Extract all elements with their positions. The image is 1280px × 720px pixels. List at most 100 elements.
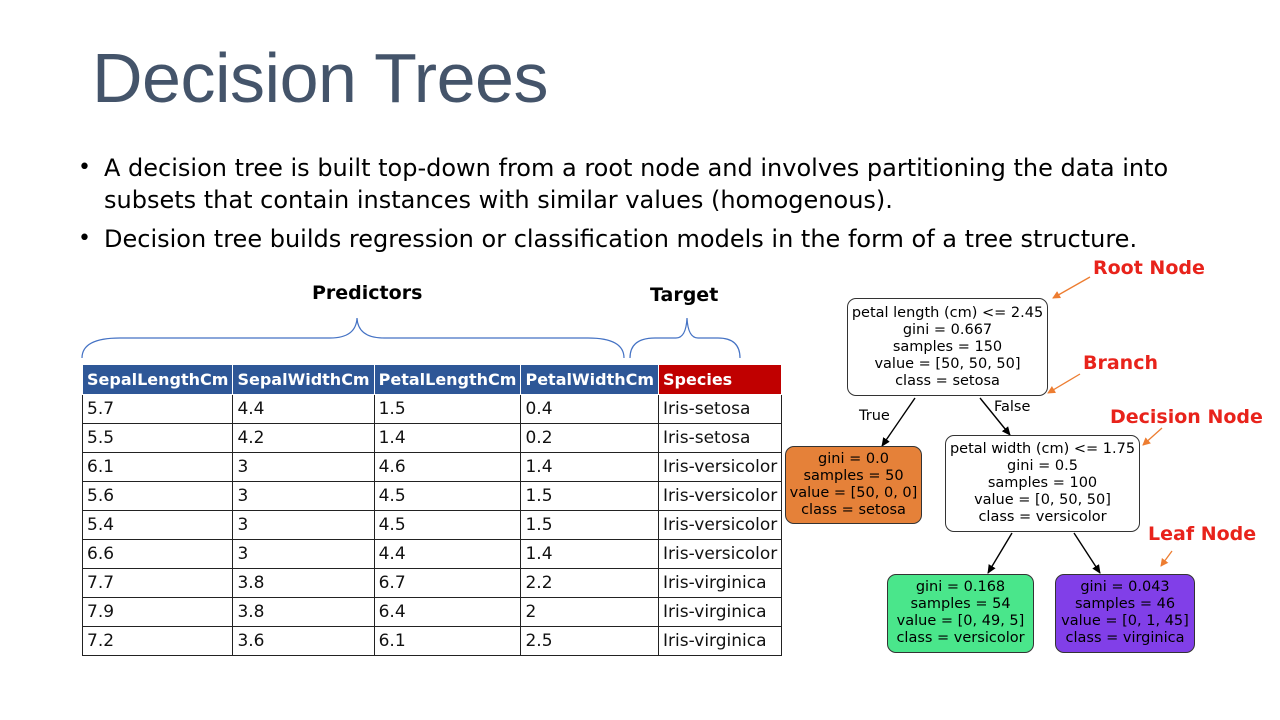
table-cell: 5.5 <box>81 423 234 453</box>
column-header: SepalLengthCm <box>81 364 234 395</box>
node-text-line: petal length (cm) <= 2.45 <box>851 305 1044 321</box>
species-cell: Iris-virginica <box>658 568 783 598</box>
table-cell: 2.5 <box>520 626 660 656</box>
annotation-leaf-node: Leaf Node <box>1148 523 1257 545</box>
decision-node: petal width (cm) <= 1.75 gini = 0.5 sample… <box>945 435 1140 532</box>
table-cell: 6.1 <box>81 452 234 482</box>
arrow-branch <box>1047 373 1081 394</box>
predictors-label: Predictors <box>312 282 423 304</box>
table-cell: 2 <box>520 597 660 627</box>
table-cell: 6.1 <box>373 626 522 656</box>
table-row: 5.7 4.4 1.5 0.4 Iris-setosa <box>81 394 783 424</box>
node-text-line: value = [50, 50, 50] <box>874 356 1021 372</box>
iris-data-table: SepalLengthCm SepalWidthCm PetalLengthCm… <box>81 364 783 656</box>
node-text-line: value = [0, 50, 50] <box>974 492 1111 508</box>
table-cell: 5.7 <box>81 394 234 424</box>
table-cell: 7.7 <box>81 568 234 598</box>
edge-label-true: True <box>859 408 890 424</box>
edge-decision-left <box>987 532 1013 574</box>
node-text-line: value = [50, 0, 0] <box>789 485 918 501</box>
table-row: 6.6 3 4.4 1.4 Iris-versicolor <box>81 539 783 569</box>
node-text-line: class = versicolor <box>896 630 1025 646</box>
node-text-line: petal width (cm) <= 1.75 <box>949 441 1136 457</box>
table-cell: 6.7 <box>373 568 522 598</box>
species-cell: Iris-setosa <box>658 394 783 424</box>
leaf-node-virginica: gini = 0.043 samples = 46 value = [0, 1, 4… <box>1055 574 1195 653</box>
species-cell: Iris-versicolor <box>658 510 783 540</box>
predictors-brace <box>81 317 625 359</box>
target-label: Target <box>650 284 719 306</box>
column-header: PetalLengthCm <box>373 364 522 395</box>
node-text-line: class = versicolor <box>978 509 1107 525</box>
table-row: 5.4 3 4.5 1.5 Iris-versicolor <box>81 510 783 540</box>
table-cell: 1.4 <box>520 539 660 569</box>
table-cell: 4.2 <box>232 423 375 453</box>
table-row: 6.1 3 4.6 1.4 Iris-versicolor <box>81 452 783 482</box>
table-cell: 3 <box>232 539 375 569</box>
table-cell: 3.8 <box>232 568 375 598</box>
table-cell: 4.6 <box>373 452 522 482</box>
node-text-line: gini = 0.5 <box>1007 458 1078 474</box>
node-text-line: gini = 0.667 <box>902 322 993 338</box>
table-cell: 1.4 <box>373 423 522 453</box>
table-cell: 3.6 <box>232 626 375 656</box>
node-text-line: class = virginica <box>1065 630 1185 646</box>
species-cell: Iris-versicolor <box>658 481 783 511</box>
node-text-line: samples = 54 <box>910 596 1011 612</box>
table-cell: 3 <box>232 452 375 482</box>
table-cell: 0.2 <box>520 423 660 453</box>
node-text-line: class = setosa <box>801 502 906 518</box>
node-text-line: value = [0, 49, 5] <box>896 613 1025 629</box>
table-cell: 6.6 <box>81 539 234 569</box>
node-text-line: gini = 0.043 <box>1080 579 1170 595</box>
table-cell: 1.4 <box>520 452 660 482</box>
table-cell: 1.5 <box>520 510 660 540</box>
table-cell: 1.5 <box>373 394 522 424</box>
annotation-branch: Branch <box>1083 352 1158 374</box>
table-row: 7.9 3.8 6.4 2 Iris-virginica <box>81 597 783 627</box>
table-cell: 3 <box>232 481 375 511</box>
table-cell: 0.4 <box>520 394 660 424</box>
table-row: 5.5 4.2 1.4 0.2 Iris-setosa <box>81 423 783 453</box>
root-node: petal length (cm) <= 2.45 gini = 0.667 sam… <box>847 298 1048 396</box>
leaf-node-setosa: gini = 0.0 samples = 50 value = [50, 0, 0]… <box>785 446 922 524</box>
species-cell: Iris-virginica <box>658 626 783 656</box>
table-row: 7.7 3.8 6.7 2.2 Iris-virginica <box>81 568 783 598</box>
table-cell: 4.4 <box>373 539 522 569</box>
arrow-decision-node <box>1142 427 1163 446</box>
node-text-line: gini = 0.0 <box>818 451 889 467</box>
column-header: SepalWidthCm <box>232 364 375 395</box>
node-text-line: samples = 100 <box>987 475 1098 491</box>
annotation-root-node: Root Node <box>1093 257 1205 279</box>
table-row: 5.6 3 4.5 1.5 Iris-versicolor <box>81 481 783 511</box>
table-cell: 3.8 <box>232 597 375 627</box>
table-cell: 3 <box>232 510 375 540</box>
table-cell: 1.5 <box>520 481 660 511</box>
node-text-line: samples = 50 <box>803 468 904 484</box>
node-text-line: samples = 150 <box>892 339 1003 355</box>
leaf-node-versicolor: gini = 0.168 samples = 54 value = [0, 49, … <box>887 574 1034 653</box>
species-cell: Iris-versicolor <box>658 539 783 569</box>
target-brace <box>629 317 741 359</box>
species-cell: Iris-versicolor <box>658 452 783 482</box>
table-cell: 5.6 <box>81 481 234 511</box>
table-row: 7.2 3.6 6.1 2.5 Iris-virginica <box>81 626 783 656</box>
node-text-line: class = setosa <box>895 373 1000 389</box>
target-column-header: Species <box>658 364 783 395</box>
table-header-row: SepalLengthCm SepalWidthCm PetalLengthCm… <box>81 364 783 395</box>
arrow-leaf-node <box>1160 550 1173 567</box>
table-cell: 7.9 <box>81 597 234 627</box>
species-cell: Iris-setosa <box>658 423 783 453</box>
table-cell: 4.5 <box>373 510 522 540</box>
table-cell: 5.4 <box>81 510 234 540</box>
table-cell: 4.5 <box>373 481 522 511</box>
table-cell: 2.2 <box>520 568 660 598</box>
node-text-line: gini = 0.168 <box>915 579 1006 595</box>
table-cell: 7.2 <box>81 626 234 656</box>
table-cell: 4.4 <box>232 394 375 424</box>
annotation-decision-node: Decision Node <box>1110 406 1263 428</box>
edge-decision-right <box>1073 532 1101 574</box>
table-cell: 6.4 <box>373 597 522 627</box>
node-text-line: samples = 46 <box>1074 596 1176 612</box>
edge-label-false: False <box>994 399 1031 415</box>
